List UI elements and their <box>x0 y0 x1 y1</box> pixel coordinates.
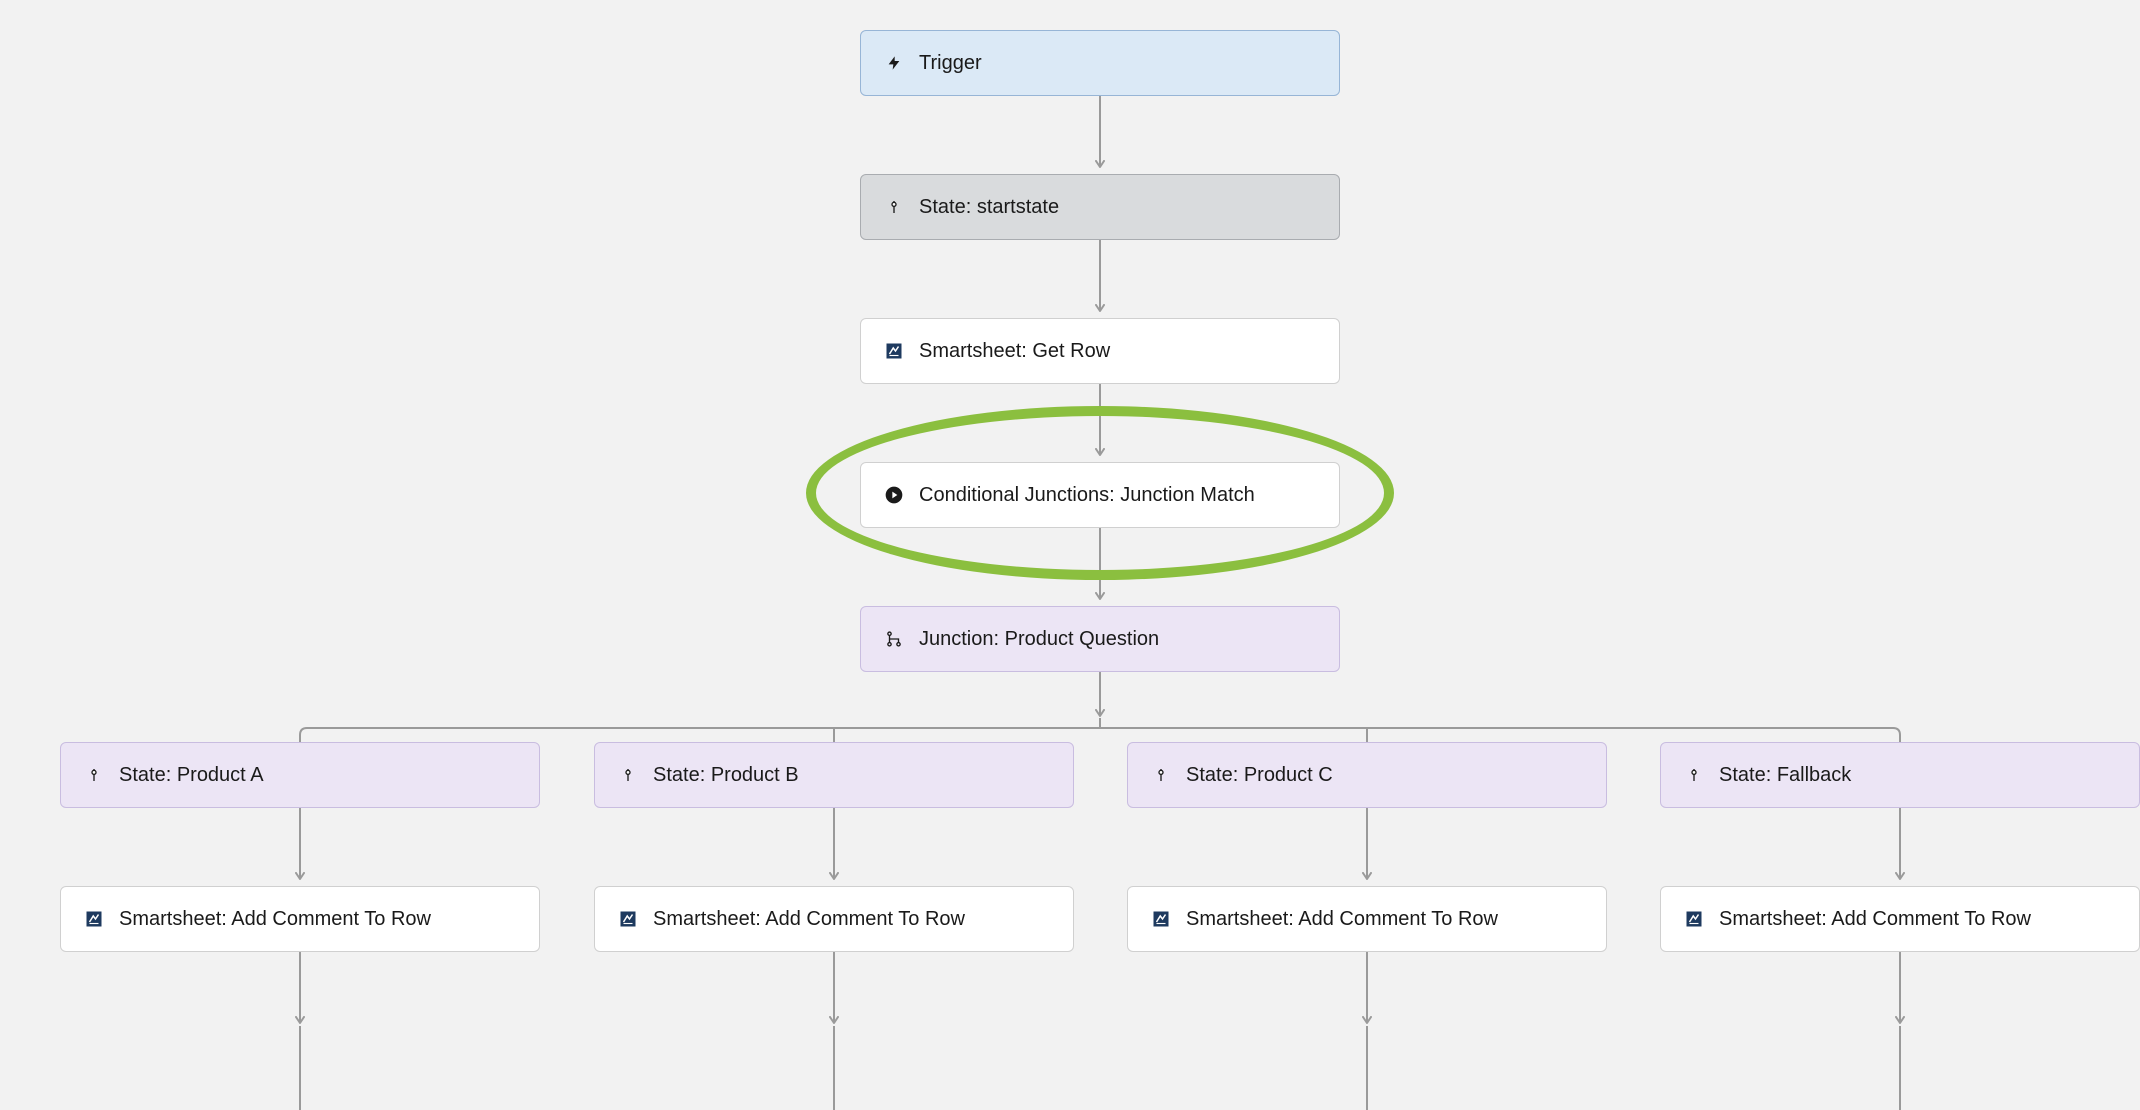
vertical-slider-icon <box>1683 764 1705 786</box>
vertical-slider-icon <box>617 764 639 786</box>
node-label: Smartsheet: Add Comment To Row <box>1719 908 2031 931</box>
vertical-slider-icon <box>883 196 905 218</box>
node-getrow[interactable]: Smartsheet: Get Row <box>860 318 1340 384</box>
node-label: Junction: Product Question <box>919 628 1159 651</box>
node-product-a[interactable]: State: Product A <box>60 742 540 808</box>
node-label: Smartsheet: Get Row <box>919 340 1110 363</box>
flow-canvas[interactable]: Trigger State: startstate Smartsheet: Ge… <box>0 0 2140 1110</box>
node-product-c[interactable]: State: Product C <box>1127 742 1607 808</box>
node-label: State: Product A <box>119 764 264 787</box>
node-label: State: startstate <box>919 196 1059 219</box>
node-addcomment-b[interactable]: Smartsheet: Add Comment To Row <box>594 886 1074 952</box>
node-label: State: Product C <box>1186 764 1333 787</box>
node-label: Trigger <box>919 52 982 75</box>
node-label: Smartsheet: Add Comment To Row <box>1186 908 1498 931</box>
node-startstate[interactable]: State: startstate <box>860 174 1340 240</box>
node-label: Smartsheet: Add Comment To Row <box>653 908 965 931</box>
node-label: Smartsheet: Add Comment To Row <box>119 908 431 931</box>
play-circle-icon <box>883 484 905 506</box>
node-product-b[interactable]: State: Product B <box>594 742 1074 808</box>
smartsheet-icon <box>1150 908 1172 930</box>
branch-icon <box>883 628 905 650</box>
node-addcomment-c[interactable]: Smartsheet: Add Comment To Row <box>1127 886 1607 952</box>
node-fallback[interactable]: State: Fallback <box>1660 742 2140 808</box>
node-trigger[interactable]: Trigger <box>860 30 1340 96</box>
smartsheet-icon <box>1683 908 1705 930</box>
node-productquestion[interactable]: Junction: Product Question <box>860 606 1340 672</box>
node-addcomment-a[interactable]: Smartsheet: Add Comment To Row <box>60 886 540 952</box>
smartsheet-icon <box>883 340 905 362</box>
node-label: State: Fallback <box>1719 764 1851 787</box>
vertical-slider-icon <box>83 764 105 786</box>
node-label: State: Product B <box>653 764 799 787</box>
lightning-icon <box>883 52 905 74</box>
node-addcomment-f[interactable]: Smartsheet: Add Comment To Row <box>1660 886 2140 952</box>
smartsheet-icon <box>83 908 105 930</box>
vertical-slider-icon <box>1150 764 1172 786</box>
smartsheet-icon <box>617 908 639 930</box>
node-junctionmatch[interactable]: Conditional Junctions: Junction Match <box>860 462 1340 528</box>
node-label: Conditional Junctions: Junction Match <box>919 484 1255 507</box>
